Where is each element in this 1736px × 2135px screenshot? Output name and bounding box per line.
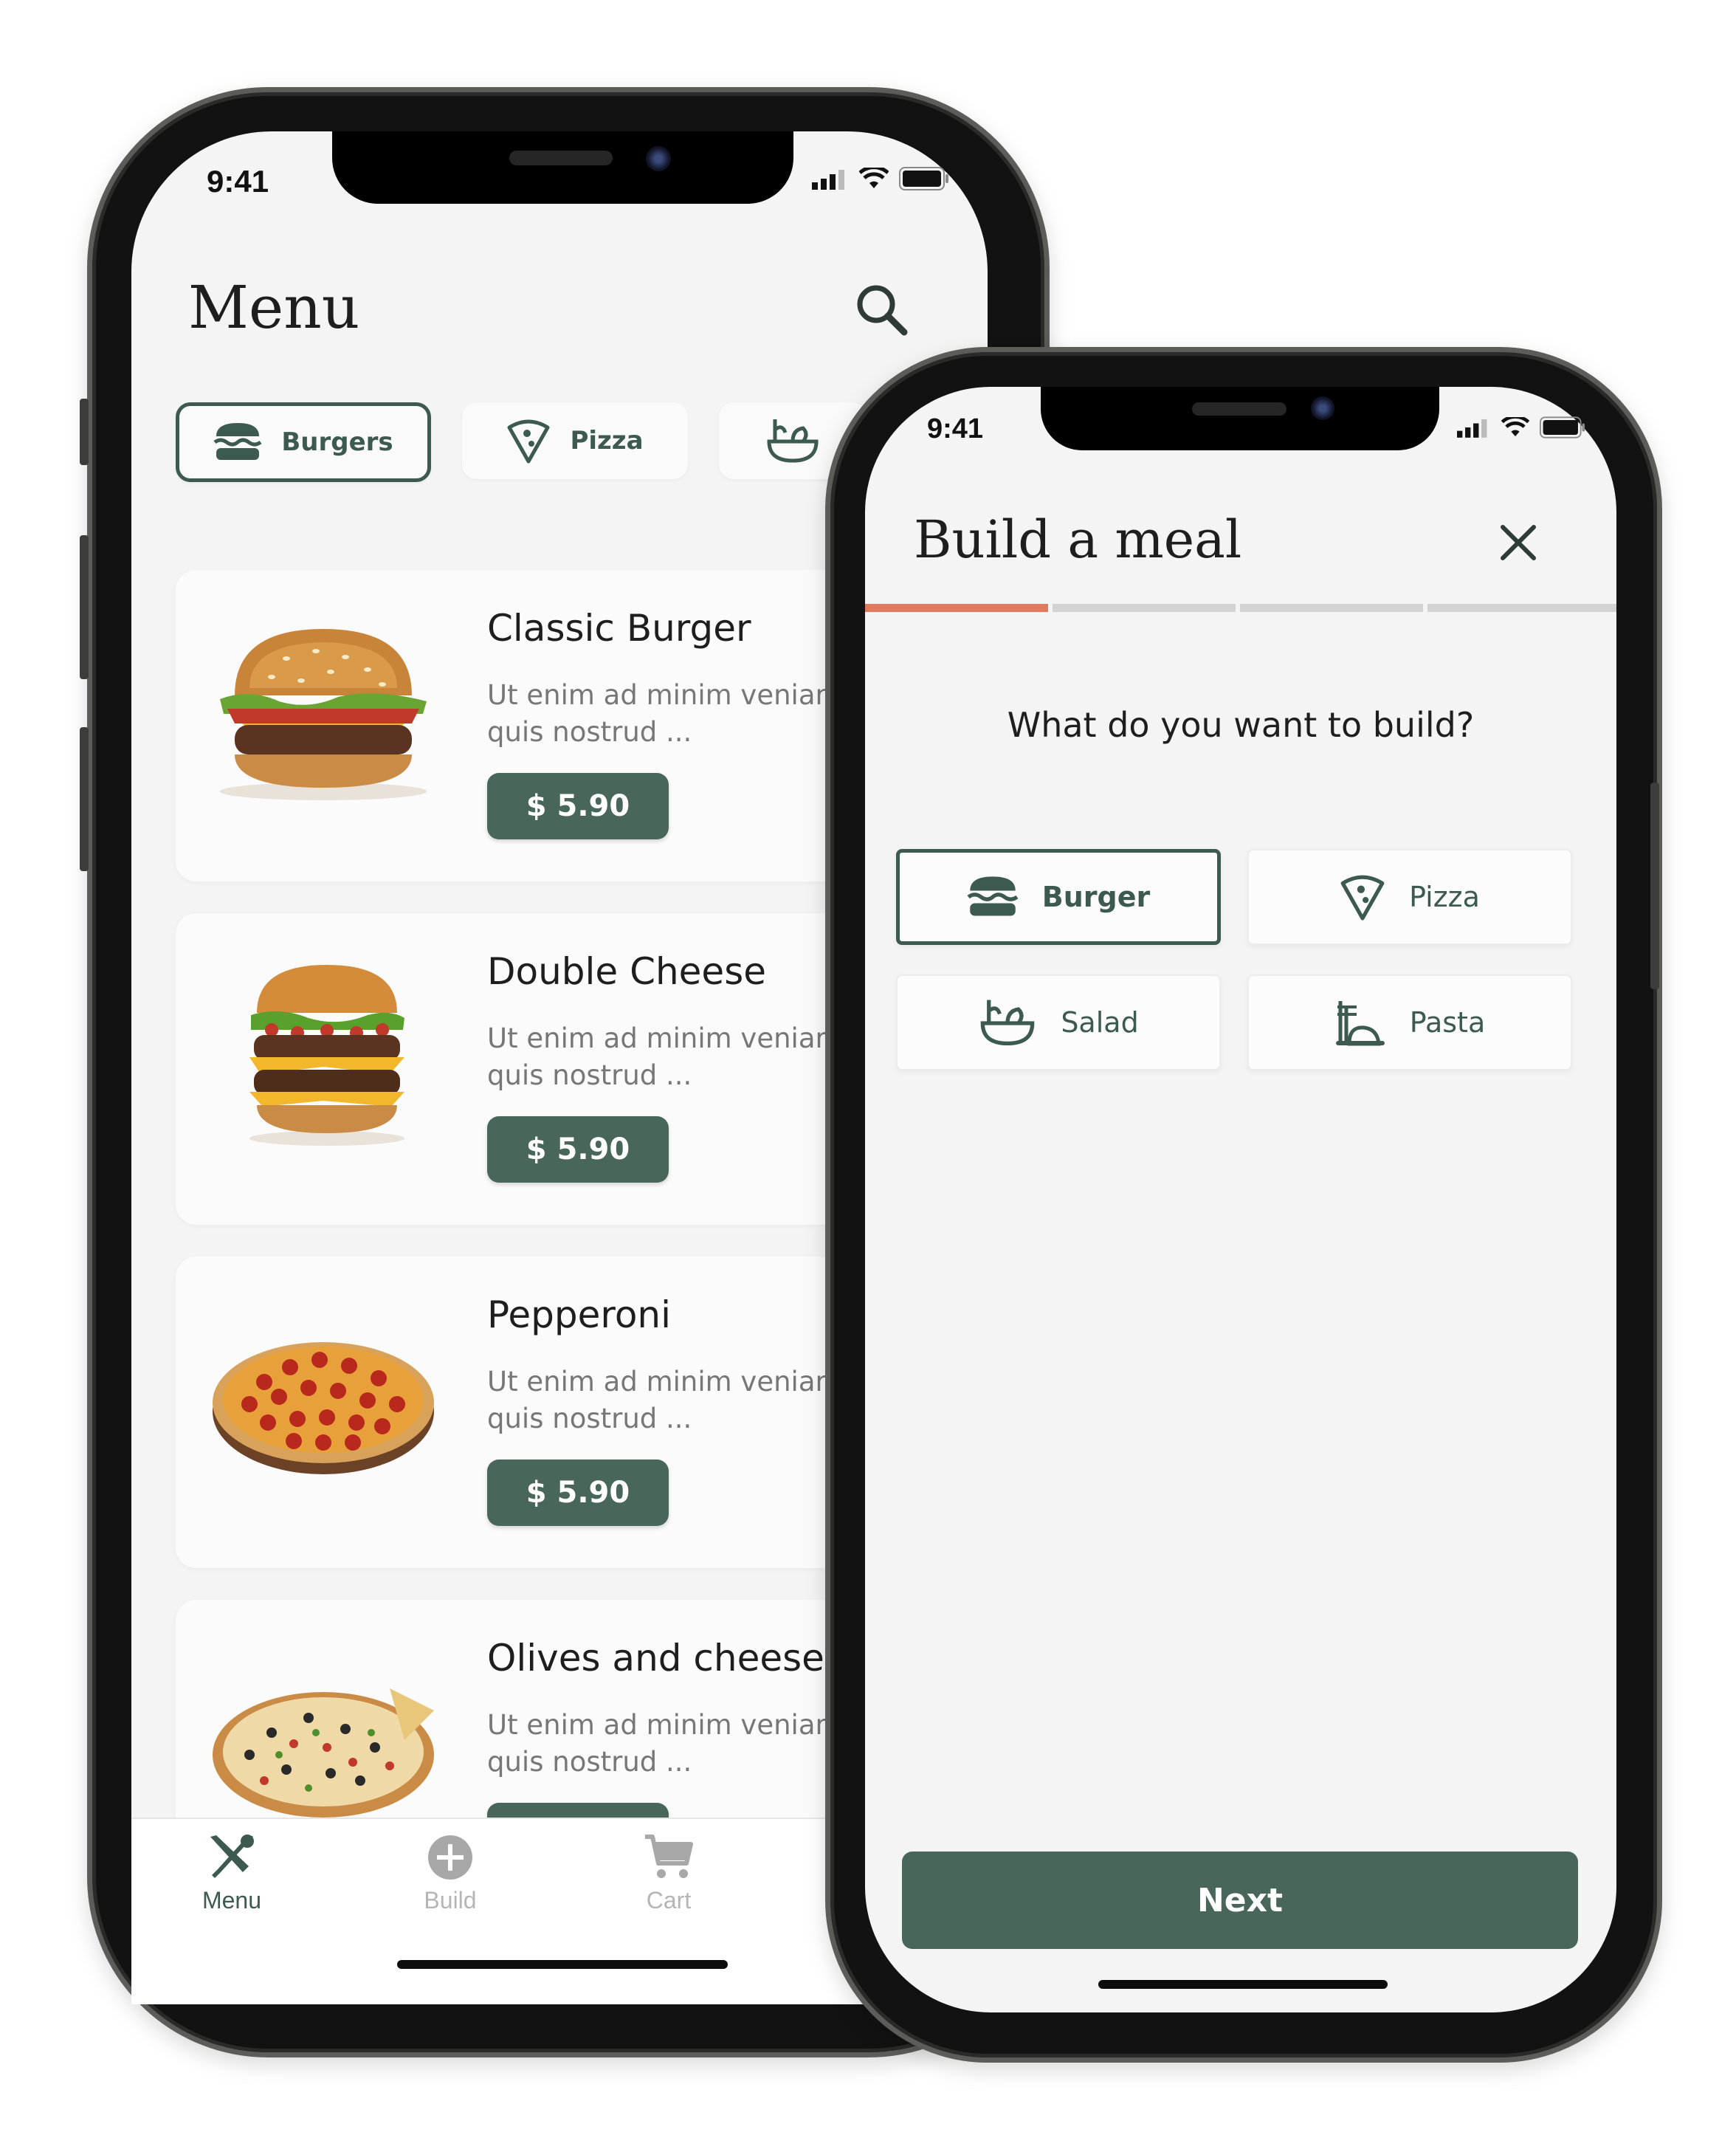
- progress-step-active: [865, 604, 1048, 612]
- description-line: quis nostrud ...: [487, 716, 692, 748]
- item-name: Pepperoni: [487, 1293, 671, 1336]
- double-burger-image: [249, 965, 404, 1146]
- price-button[interactable]: $ 5.90: [487, 1116, 669, 1183]
- status-icons: [812, 167, 949, 190]
- description-line: Ut enim ad minim veniam,: [487, 1366, 851, 1397]
- progress-step: [1240, 604, 1423, 612]
- olive-pizza-image: [213, 1688, 434, 1818]
- burger-image: [220, 629, 427, 800]
- page-title: Menu: [188, 273, 360, 342]
- salad-icon: [980, 1000, 1035, 1046]
- option-pizza[interactable]: Pizza: [1247, 849, 1572, 945]
- pepperoni-pizza-image: [213, 1342, 434, 1474]
- option-salad[interactable]: Salad: [896, 974, 1221, 1070]
- description-line: Ut enim ad minim veniam,: [487, 679, 851, 711]
- item-name: Classic Burger: [487, 607, 751, 650]
- nav-label: Build: [424, 1887, 477, 1914]
- nav-item-menu[interactable]: Menu: [165, 1834, 298, 1914]
- price-button[interactable]: $ 5.90: [487, 773, 669, 839]
- option-label: Pizza: [1409, 881, 1480, 913]
- home-indicator: [1098, 1980, 1388, 1989]
- status-time: 9:41: [927, 413, 984, 444]
- menu-item-card[interactable]: Classic Burger Ut enim ad minim veniam, q…: [176, 570, 899, 881]
- description-line: Ut enim ad minim veniam,: [487, 1022, 851, 1054]
- next-button[interactable]: Next: [902, 1852, 1578, 1949]
- progress-step: [1053, 604, 1236, 612]
- pizza-icon: [507, 419, 550, 464]
- notch: [332, 131, 793, 204]
- category-label: Pizza: [570, 426, 644, 455]
- status-icons: [1457, 416, 1585, 439]
- category-label: Burgers: [281, 427, 393, 457]
- option-label: Burger: [1041, 881, 1151, 913]
- option-pasta[interactable]: Pasta: [1247, 974, 1572, 1070]
- power-button: [1650, 783, 1659, 989]
- question-text: What do you want to build?: [1007, 705, 1475, 745]
- cart-icon: [645, 1835, 693, 1878]
- nav-item-cart[interactable]: Cart: [602, 1834, 735, 1914]
- volume-up-button: [80, 535, 89, 679]
- menu-item-card[interactable]: Double Cheese Ut enim ad minim veniam, qu…: [176, 913, 899, 1225]
- close-button[interactable]: [1492, 517, 1544, 568]
- signal-icon: [812, 170, 844, 190]
- description-line: Ut enim ad minim veniam,: [487, 1709, 851, 1741]
- category-chip-burgers[interactable]: Burgers: [176, 402, 431, 482]
- burger-icon: [213, 423, 262, 460]
- speaker: [1192, 402, 1286, 416]
- salad-icon: [767, 419, 819, 463]
- camera: [1311, 396, 1334, 420]
- plus-circle-icon: [428, 1835, 472, 1880]
- description-line: quis nostrud ...: [487, 1746, 692, 1778]
- pasta-icon: [1335, 1001, 1385, 1046]
- wifi-icon: [859, 168, 889, 188]
- nav-label: Cart: [646, 1887, 692, 1914]
- wifi-icon: [1501, 417, 1529, 437]
- menu-item-card[interactable]: Pepperoni Ut enim ad minim veniam, quis n…: [176, 1256, 899, 1568]
- price-button[interactable]: $ 5.90: [487, 1460, 669, 1526]
- nav-item-build[interactable]: Build: [384, 1834, 517, 1914]
- volume-down-button: [80, 727, 89, 871]
- notch: [1041, 387, 1439, 450]
- battery-icon: [1540, 416, 1585, 439]
- page-title: Build a meal: [914, 509, 1242, 570]
- side-button: [80, 399, 89, 465]
- fork-knife-icon: [210, 1835, 254, 1878]
- battery-icon: [899, 167, 948, 190]
- close-icon: [1501, 525, 1536, 560]
- option-label: Pasta: [1409, 1006, 1486, 1039]
- item-name: Double Cheese: [487, 950, 767, 993]
- burger-icon: [967, 876, 1019, 916]
- camera: [646, 146, 671, 171]
- home-indicator: [397, 1960, 728, 1969]
- category-chip-pizza[interactable]: Pizza: [462, 402, 688, 479]
- option-label: Salad: [1061, 1006, 1139, 1039]
- speaker: [509, 151, 613, 165]
- option-burger[interactable]: Burger: [896, 849, 1221, 945]
- search-icon: [857, 285, 908, 336]
- signal-icon: [1457, 419, 1487, 438]
- description-line: quis nostrud ...: [487, 1059, 692, 1091]
- build-screen: [865, 387, 1616, 2012]
- progress-step: [1427, 604, 1616, 612]
- nav-label: Menu: [202, 1887, 262, 1914]
- search-button[interactable]: [852, 281, 912, 340]
- status-time: 9:41: [207, 164, 269, 199]
- item-name: Olives and cheese: [487, 1637, 824, 1680]
- pizza-icon: [1340, 875, 1385, 921]
- description-line: quis nostrud ...: [487, 1403, 692, 1434]
